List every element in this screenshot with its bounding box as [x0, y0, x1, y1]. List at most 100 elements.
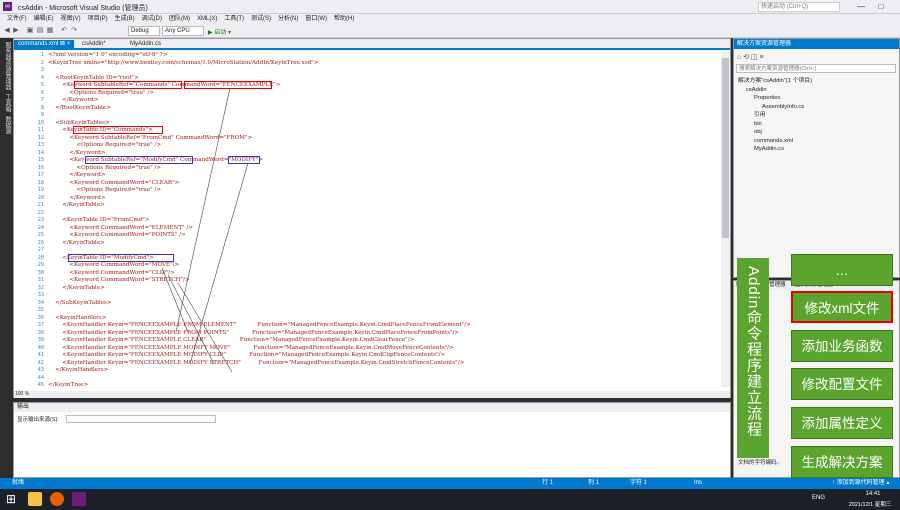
code-line[interactable]: [48, 292, 718, 300]
visual-studio-icon[interactable]: [72, 492, 86, 506]
menu-item[interactable]: 编辑(E): [34, 14, 54, 24]
code-line[interactable]: <KeyinHandler Keyin="FENCEEXAMPLE MODIFY…: [48, 345, 718, 353]
code-line[interactable]: <Keyword CommandWord="CLIP"/>: [48, 270, 718, 278]
save-icon[interactable]: ▦: [46, 27, 54, 35]
code-line[interactable]: <Keyword CommandWord="STRETCH"/>: [48, 277, 718, 285]
platform-select[interactable]: Any CPU: [162, 26, 204, 36]
zoom-level[interactable]: 100 %: [14, 391, 730, 398]
code-line[interactable]: [48, 210, 718, 218]
modify-config-button[interactable]: 修改配置文件: [791, 368, 893, 400]
solution-tree-item[interactable]: 解决方案"csAddin"(1 个项目): [738, 77, 812, 86]
code-text[interactable]: <?xml version="1.0" encoding="utf-8" ?> <…: [48, 52, 718, 392]
code-line[interactable]: <KeyinTree xmlns="http://www.bentley.com…: [48, 60, 718, 68]
menu-item[interactable]: XML(X): [197, 14, 217, 24]
start-button[interactable]: ▶ 启动 ▾: [208, 27, 231, 36]
solution-tree-item[interactable]: Properties: [738, 94, 812, 103]
code-editor[interactable]: commands.xml ⊠ × csAddin* MyAddin.cs 123…: [13, 38, 731, 398]
code-line[interactable]: <KeyinHandler Keyin="FENCEEXAMPLE CLEAR"…: [48, 337, 718, 345]
menu-item[interactable]: 分析(N): [278, 14, 298, 24]
code-line[interactable]: <KeyinHandler Keyin="FENCEEXAMPLE MODIFY…: [48, 360, 718, 368]
code-line[interactable]: </KeyinTable>: [48, 285, 718, 293]
datasource-tab[interactable]: 数据源: [3, 116, 12, 134]
code-line[interactable]: <KeyinHandler Keyin="FENCEEXAMPLE MODIFY…: [48, 352, 718, 360]
more-button[interactable]: …: [791, 254, 893, 286]
solution-tree-item[interactable]: AssemblyInfo.cs: [738, 103, 812, 112]
clock-time[interactable]: 14:41: [848, 491, 898, 497]
publish-button[interactable]: ↑ 添加到源代码管理 ▴: [832, 478, 889, 489]
back-icon[interactable]: ◀: [3, 27, 11, 35]
new-project-icon[interactable]: ▣: [26, 27, 34, 35]
vertical-scrollbar[interactable]: [721, 52, 730, 387]
menu-item[interactable]: 调试(D): [142, 14, 162, 24]
code-line[interactable]: <Options Required="true" />: [48, 165, 718, 173]
solution-tree-item[interactable]: obj: [738, 128, 812, 137]
code-line[interactable]: [48, 307, 718, 315]
forward-icon[interactable]: ▶: [12, 27, 20, 35]
code-line[interactable]: </KeyinHandlers>: [48, 367, 718, 375]
server-explorer-tab[interactable]: 服务器资源管理器: [3, 42, 12, 90]
language-indicator[interactable]: ENG: [812, 495, 825, 501]
solution-tree-item[interactable]: MyAddin.cs: [738, 145, 812, 154]
code-line[interactable]: </Keyword>: [48, 195, 718, 203]
code-line[interactable]: <Options Required="true" />: [48, 187, 718, 195]
quick-launch-input[interactable]: 快速启动 (Ctrl+Q): [758, 2, 840, 12]
code-line[interactable]: <Keyword CommandWord="ELEMENT" />: [48, 225, 718, 233]
add-business-function-button[interactable]: 添加业务函数: [791, 330, 893, 362]
code-line[interactable]: <Keyword CommandWord="CLEAR">: [48, 180, 718, 188]
menu-item[interactable]: 文件(F): [7, 14, 27, 24]
code-line[interactable]: </KeyinTable>: [48, 240, 718, 248]
code-line[interactable]: </SubKeyinTables>: [48, 300, 718, 308]
config-select[interactable]: Debug: [128, 26, 160, 36]
code-line[interactable]: <Options Required="true" />: [48, 142, 718, 150]
line-number: 11: [37, 127, 44, 133]
menu-item[interactable]: 生成(B): [115, 14, 135, 24]
open-icon[interactable]: ▤: [36, 27, 44, 35]
maximize-button[interactable]: □: [872, 1, 890, 13]
menu-item[interactable]: 窗口(W): [305, 14, 327, 24]
tab-commands-xml[interactable]: commands.xml ⊠ ×: [14, 40, 75, 49]
menu-item[interactable]: 帮助(H): [334, 14, 354, 24]
code-line[interactable]: <KeyinTable ID="FromCmd">: [48, 217, 718, 225]
code-line[interactable]: [48, 67, 718, 75]
add-property-button[interactable]: 添加属性定义: [791, 407, 893, 439]
code-line[interactable]: <KeyinHandler Keyin="FENCEEXAMPLE FROM P…: [48, 330, 718, 338]
solution-tree-item[interactable]: 引用: [738, 111, 812, 120]
code-line[interactable]: [48, 112, 718, 120]
code-line[interactable]: </RootKeyinTable>: [48, 105, 718, 113]
code-line[interactable]: <Options Required="true" />: [48, 90, 718, 98]
undo-icon[interactable]: ↶: [60, 27, 68, 35]
clock-date[interactable]: 2021/12/1 星期三: [840, 500, 900, 508]
code-line[interactable]: <?xml version="1.0" encoding="utf-8" ?>: [48, 52, 718, 60]
code-line[interactable]: <KeyinHandler Keyin="FENCEEXAMPLE FROM E…: [48, 322, 718, 330]
build-solution-button[interactable]: 生成解决方案: [791, 446, 893, 478]
home-icon[interactable]: ⌂ ⟲ ◫ ≡: [737, 53, 764, 61]
redo-icon[interactable]: ↷: [70, 27, 78, 35]
menu-item[interactable]: 团队(M): [169, 14, 190, 24]
solution-tree-item[interactable]: commands.xml: [738, 137, 812, 146]
firefox-icon[interactable]: [50, 492, 64, 506]
menu-item[interactable]: 项目(P): [88, 14, 108, 24]
code-line[interactable]: </Keyword>: [48, 172, 718, 180]
code-line[interactable]: <Keyword SubtableRef="FromCmd" CommandWo…: [48, 135, 718, 143]
solution-tree-item[interactable]: csAddin: [738, 86, 812, 95]
toolbox-tab[interactable]: 工具箱: [3, 94, 12, 112]
solution-tree-item[interactable]: bin: [738, 120, 812, 129]
minimize-button[interactable]: —: [852, 1, 870, 13]
code-line[interactable]: [48, 375, 718, 383]
menu-item[interactable]: 视图(V): [61, 14, 81, 24]
tab-myaddin[interactable]: MyAddin.cs: [126, 40, 165, 49]
tab-csaddin[interactable]: csAddin*: [78, 40, 110, 49]
windows-start-icon[interactable]: ⊞: [6, 492, 20, 506]
modify-xml-button[interactable]: 修改xml文件: [791, 291, 893, 323]
output-source-select[interactable]: [66, 415, 216, 423]
code-line[interactable]: </KeyinTable>: [48, 202, 718, 210]
code-line[interactable]: <Keyword CommandWord="POINTS" />: [48, 232, 718, 240]
code-line[interactable]: </Keyword>: [48, 97, 718, 105]
file-explorer-icon[interactable]: [28, 492, 42, 506]
code-line[interactable]: <Keyword CommandWord="MOVE"/>: [48, 262, 718, 270]
code-line[interactable]: <KeyinHandlers>: [48, 315, 718, 323]
menu-item[interactable]: 测试(S): [251, 14, 271, 24]
solution-search-input[interactable]: 搜索解决方案资源管理器(Ctrl+;): [736, 64, 896, 73]
code-line[interactable]: </KeyinTree>: [48, 382, 718, 390]
menu-item[interactable]: 工具(T): [224, 14, 244, 24]
